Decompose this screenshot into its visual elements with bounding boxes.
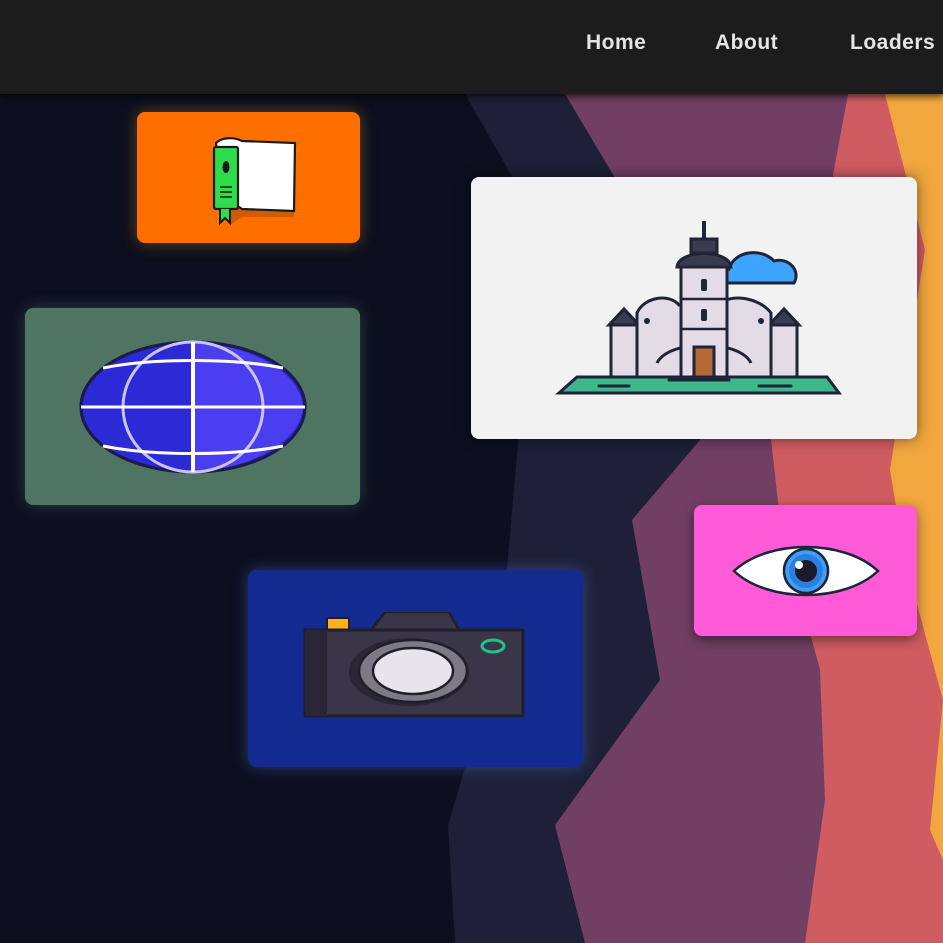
nav-link-home[interactable]: Home (586, 31, 646, 55)
castle-card[interactable] (471, 177, 917, 439)
globe-icon (79, 340, 306, 473)
castle-icon (555, 221, 842, 395)
camera-card[interactable] (248, 570, 583, 767)
globe-card[interactable] (25, 308, 360, 505)
eye-icon (731, 545, 880, 596)
camera-icon (303, 611, 524, 717)
book-icon (212, 136, 296, 225)
book-card[interactable] (137, 112, 360, 243)
top-navbar: Home About Loaders (0, 0, 943, 94)
eye-card[interactable] (694, 505, 917, 636)
nav-link-loaders[interactable]: Loaders (850, 31, 935, 55)
nav-link-about[interactable]: About (715, 31, 778, 55)
